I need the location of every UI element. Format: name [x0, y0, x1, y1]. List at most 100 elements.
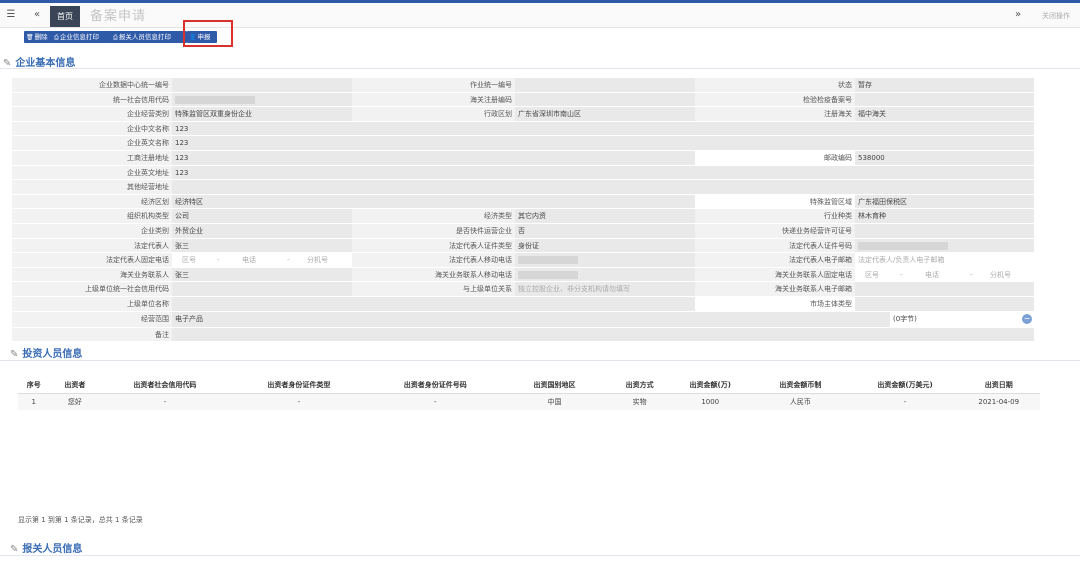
hamburger-icon[interactable]: ☰ [4, 8, 18, 22]
redacted-value [175, 95, 255, 104]
print-declarer-button[interactable]: ⎙报关人员信息打印 [111, 31, 187, 43]
credit-code-value[interactable] [172, 92, 352, 108]
dash: - [900, 270, 903, 279]
field-value[interactable]: 538000 [855, 150, 1034, 166]
field-value[interactable]: 身份证 [515, 238, 695, 254]
field-label: 作业统一编号 [352, 78, 515, 93]
field-label: 行业种类 [695, 209, 855, 224]
column-header[interactable]: 出资日期 [957, 376, 1040, 394]
legal-phone-field[interactable]: 区号 - 电话 - 分机号 [172, 253, 352, 268]
field-label: 检验检疫备案号 [695, 92, 855, 108]
printer-icon: ⎙ [113, 34, 118, 41]
business-scope-field[interactable]: 电子产品 [172, 311, 890, 328]
column-header[interactable]: 出资方式 [606, 376, 673, 394]
table-cell: 2021-04-09 [957, 393, 1040, 410]
section-divider [0, 360, 1080, 361]
column-header[interactable]: 出资者 [49, 376, 101, 394]
field-value[interactable]: 张三 [172, 267, 352, 283]
close-operations[interactable]: 关闭操作 [1042, 6, 1070, 27]
legal-mobile-value[interactable] [515, 253, 695, 268]
field-value[interactable] [855, 296, 1034, 312]
field-label: 特殊监管区域 [695, 194, 855, 210]
field-value[interactable] [515, 92, 695, 108]
form-row: 法定代表人 张三 法定代表人证件类型 身份证 法定代表人证件号码 [12, 238, 1034, 254]
section-investor-title: ✎ 投资人员信息 [10, 349, 83, 360]
field-label: 海关业务联系人电子邮箱 [695, 282, 855, 297]
byte-count: (0字节) [893, 314, 917, 323]
column-header[interactable]: 出资者社会信用代码 [100, 376, 230, 394]
field-value[interactable] [172, 282, 352, 297]
form-row: 企业英文名称 123 [12, 136, 1034, 151]
field-value[interactable]: 特殊监管区双重身份企业 [172, 107, 352, 122]
tab-bar: ☰ « 首页 备案申请 » 关闭操作 [0, 3, 1080, 28]
remarks-field[interactable] [172, 327, 1034, 343]
field-label: 行政区划 [352, 107, 515, 122]
table-row[interactable]: 1 您好 - - - 中国 实物 1000 人民币 - 2021-04-09 [18, 393, 1040, 410]
area-code-placeholder[interactable]: 区号 [182, 253, 196, 267]
edit-icon: ✎ [10, 349, 19, 360]
field-value[interactable]: 福中海关 [855, 107, 1034, 122]
table-cell: - [100, 393, 230, 410]
phone-placeholder[interactable]: 电话 [925, 268, 939, 282]
field-value[interactable]: 否 [515, 223, 695, 239]
delete-button[interactable]: 🗑删除 [24, 31, 53, 43]
form-row: 上级单位名称 市场主体类型 [12, 296, 1034, 312]
tab-current[interactable]: 备案申请 [90, 6, 146, 27]
phone-placeholder[interactable]: 电话 [242, 253, 256, 267]
column-header[interactable]: 出资金额币制 [748, 376, 853, 394]
field-value[interactable]: 其它内资 [515, 209, 695, 224]
column-header[interactable]: 出资金额(万) [672, 376, 749, 394]
field-value[interactable]: 公司 [172, 209, 352, 224]
column-header[interactable]: 序号 [18, 376, 50, 394]
table-cell: 1000 [672, 393, 749, 410]
field-value[interactable]: 广东福田保税区 [855, 194, 1034, 210]
field-label: 其他经营地址 [12, 180, 172, 195]
tab-home[interactable]: 首页 [50, 6, 80, 27]
extension-placeholder[interactable]: 分机号 [307, 253, 328, 267]
contact-mobile-value[interactable] [515, 267, 695, 283]
field-value[interactable]: 123 [172, 136, 1034, 151]
field-value[interactable]: 广东省深圳市南山区 [515, 107, 695, 122]
area-code-placeholder[interactable]: 区号 [865, 268, 879, 282]
column-header[interactable]: 出资者身份证件号码 [368, 376, 503, 394]
investor-table: 序号 出资者 出资者社会信用代码 出资者身份证件类型 出资者身份证件号码 出资国… [18, 376, 1040, 410]
form-row: 工商注册地址 123 邮政编码 538000 [12, 150, 1034, 166]
field-value[interactable] [172, 296, 695, 312]
field-value[interactable] [515, 78, 695, 93]
field-label: 企业中文名称 [12, 121, 172, 137]
field-value[interactable]: 123 [172, 165, 1034, 181]
field-value[interactable]: 张三 [172, 238, 352, 254]
column-header[interactable]: 出资国别地区 [502, 376, 607, 394]
double-right-icon[interactable]: » [1011, 8, 1025, 22]
field-label: 备注 [12, 327, 172, 343]
redacted-value [518, 256, 578, 265]
field-value[interactable]: 外贸企业 [172, 223, 352, 239]
field-value[interactable]: 经济特区 [172, 194, 695, 210]
field-value[interactable]: 123 [172, 150, 695, 166]
minus-circle-icon[interactable]: − [1022, 313, 1032, 324]
legal-email-field[interactable]: 法定代表人/负责人电子邮箱 [855, 253, 1034, 268]
field-value[interactable] [855, 282, 1034, 297]
dash: - [287, 256, 290, 265]
parent-relation-field[interactable]: 独立控股企业、非分支机构请勿填写 [515, 282, 695, 297]
field-value[interactable] [855, 92, 1034, 108]
field-value[interactable]: 林木育种 [855, 209, 1034, 224]
double-left-icon[interactable]: « [30, 8, 44, 22]
company-form: 企业数据中心统一编号 作业统一编号 状态 暂存 统一社会信用代码 海关注册编码 … [12, 78, 1034, 343]
business-scope-value: 电子产品 [175, 314, 203, 323]
status-value[interactable]: 暂存 [855, 78, 1034, 93]
field-value[interactable] [855, 223, 1034, 239]
column-header[interactable]: 出资者身份证件类型 [229, 376, 369, 394]
column-header[interactable]: 出资金额(万美元) [852, 376, 958, 394]
field-value[interactable]: 123 [172, 121, 1034, 137]
contact-phone-field[interactable]: 区号 - 电话 - 分机号 [855, 267, 1034, 283]
field-label: 注册海关 [695, 107, 855, 122]
legal-id-value[interactable] [855, 238, 1034, 254]
field-value[interactable] [172, 180, 1034, 195]
field-value[interactable] [172, 78, 352, 93]
print-company-button[interactable]: ⎙企业信息打印 [52, 31, 112, 43]
extension-placeholder[interactable]: 分机号 [990, 268, 1011, 282]
form-row: 企业经营类别 特殊监管区双重身份企业 行政区划 广东省深圳市南山区 注册海关 福… [12, 107, 1034, 122]
field-label: 统一社会信用代码 [12, 92, 172, 108]
field-label: 市场主体类型 [695, 296, 855, 312]
